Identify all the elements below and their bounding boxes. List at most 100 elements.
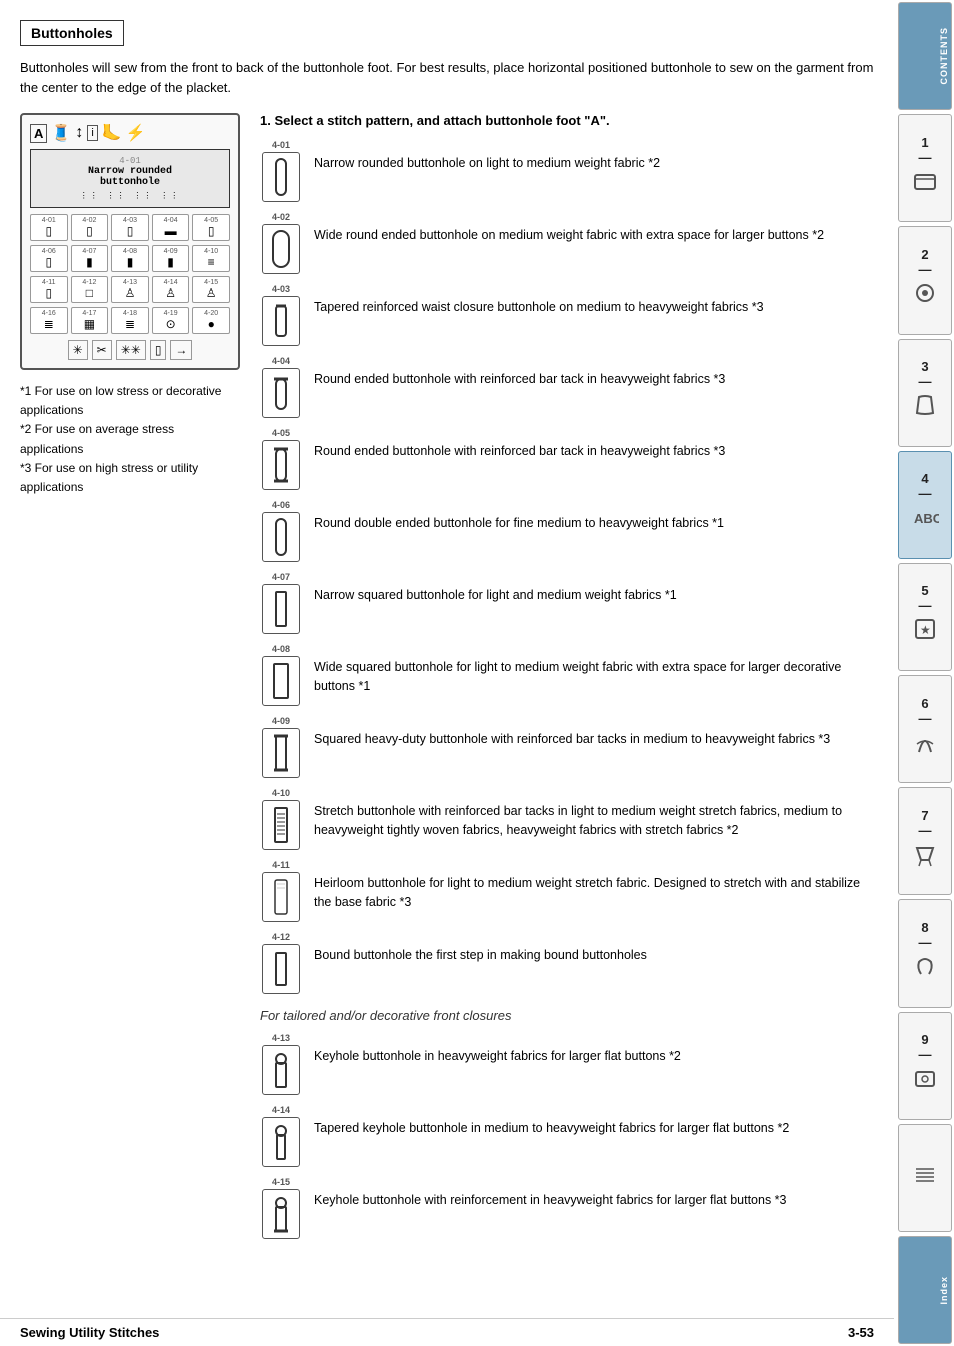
tab-5-dash: —: [919, 598, 932, 613]
stitch-4-13[interactable]: 4-13♙: [111, 276, 149, 303]
stitch-4-19[interactable]: 4-19⊙: [152, 307, 190, 334]
stitch-4-18[interactable]: 4-18≣: [111, 307, 149, 334]
stitch-grid-2: 4-06▯ 4-07▮ 4-08▮ 4-09▮ 4-10≡: [30, 245, 230, 272]
stitch-desc-408: Wide squared buttonhole for light to med…: [314, 644, 874, 696]
tab-1-dash: —: [919, 150, 932, 165]
nav-icon-2[interactable]: ✂: [92, 340, 112, 360]
stitch-dots: ⋮⋮ ⋮⋮ ⋮⋮ ⋮⋮: [37, 191, 223, 201]
stitch-badge-411: 4-11: [260, 860, 302, 922]
stitch-4-07[interactable]: 4-07▮: [71, 245, 109, 272]
stitch-entry-406: 4-06 Round double ended buttonhole for f…: [260, 500, 874, 562]
tab-3-icon: [911, 391, 939, 424]
machine-screen: 4-01 Narrow rounded buttonhole ⋮⋮ ⋮⋮ ⋮⋮ …: [30, 149, 230, 208]
left-panel: A 🧵 ↕ i 🦶 ⚡ 4-01 Narrow rounded buttonho…: [20, 113, 240, 1249]
stitch-4-06[interactable]: 4-06▯: [30, 245, 68, 272]
tab-7-dash: —: [919, 823, 932, 838]
stitch-4-12[interactable]: 4-12□: [71, 276, 109, 303]
stitch-desc-405: Round ended buttonhole with reinforced b…: [314, 428, 874, 461]
stitch-4-05[interactable]: 4-05▯: [192, 214, 230, 241]
machine-top-icons: A 🧵 ↕ i 🦶 ⚡: [30, 123, 230, 143]
footnote-1: *1 For use on low stress or decorative a…: [20, 382, 240, 420]
stitch-4-16[interactable]: 4-16≣: [30, 307, 68, 334]
icon-arrow: ↕: [75, 124, 83, 142]
stitch-icon-403: [262, 296, 300, 346]
icon-foot: 🦶: [102, 123, 122, 143]
stitch-icon-412: [262, 944, 300, 994]
tab-7-icon: [911, 840, 939, 873]
screen-line1: Narrow rounded: [37, 166, 223, 177]
stitch-icon-410: [262, 800, 300, 850]
stitch-entry-415: 4-15 Keyhole buttonhole with reinforceme…: [260, 1177, 874, 1239]
stitch-4-15[interactable]: 4-15♙: [192, 276, 230, 303]
stitch-entry-412: 4-12 Bound buttonhole the first step in …: [260, 932, 874, 994]
tab-2-icon: [911, 279, 939, 312]
tab-8-num: 8: [921, 920, 928, 935]
bottom-nav: ✳ ✂ ✳✳ ▯ →: [30, 340, 230, 360]
nav-icon-1[interactable]: ✳: [68, 340, 88, 360]
stitch-entry-408: 4-08 Wide squared buttonhole for light t…: [260, 644, 874, 706]
sidebar-tab-9[interactable]: 9 —: [898, 1012, 952, 1120]
sidebar-tab-7[interactable]: 7 —: [898, 787, 952, 895]
stitch-4-01[interactable]: 4-01▯: [30, 214, 68, 241]
stitch-badge-409: 4-09: [260, 716, 302, 778]
stitch-badge-402: 4-02: [260, 212, 302, 274]
tab-6-icon: [911, 728, 939, 761]
stitch-desc-409: Squared heavy-duty buttonhole with reinf…: [314, 716, 874, 749]
stitch-badge-410: 4-10: [260, 788, 302, 850]
stitch-desc-414: Tapered keyhole buttonhole in medium to …: [314, 1105, 874, 1138]
tab-3-dash: —: [919, 374, 932, 389]
stitch-icon-408: [262, 656, 300, 706]
sidebar-tab-8[interactable]: 8 —: [898, 899, 952, 1007]
stitch-badge-406: 4-06: [260, 500, 302, 562]
stitch-badge-415: 4-15: [260, 1177, 302, 1239]
tab-1-icon: [911, 167, 939, 200]
stitch-icon-407: [262, 584, 300, 634]
screen-line2: buttonhole: [37, 177, 223, 188]
stitch-4-03[interactable]: 4-03▯: [111, 214, 149, 241]
stitch-desc-407: Narrow squared buttonhole for light and …: [314, 572, 874, 605]
footnotes: *1 For use on low stress or decorative a…: [20, 382, 240, 497]
nav-icon-5[interactable]: →: [170, 340, 192, 360]
sidebar-tab-5[interactable]: 5 — ★: [898, 563, 952, 671]
svg-text:★: ★: [920, 623, 931, 637]
stitch-4-11[interactable]: 4-11▯: [30, 276, 68, 303]
nav-icon-4[interactable]: ▯: [150, 340, 167, 360]
tab-7-num: 7: [921, 808, 928, 823]
stitch-icon-411: [262, 872, 300, 922]
stitch-entry-407: 4-07 Narrow squared buttonhole for light…: [260, 572, 874, 634]
stitch-4-14[interactable]: 4-14♙: [152, 276, 190, 303]
sidebar-tab-6[interactable]: 6 —: [898, 675, 952, 783]
stitch-entry-403: 4-03 Tapered reinforced waist closure bu…: [260, 284, 874, 346]
stitch-4-08[interactable]: 4-08▮: [111, 245, 149, 272]
sidebar-tab-4[interactable]: 4 — ABC: [898, 451, 952, 559]
stitch-4-20[interactable]: 4-20●: [192, 307, 230, 334]
stitch-4-04[interactable]: 4-04▬: [152, 214, 190, 241]
stitch-4-10[interactable]: 4-10≡: [192, 245, 230, 272]
stitch-badge-413: 4-13: [260, 1033, 302, 1095]
sidebar-tab-index[interactable]: Index: [898, 1236, 952, 1344]
tab-4-num: 4: [921, 471, 928, 486]
stitch-icon-409: [262, 728, 300, 778]
select-instruction: 1. Select a stitch pattern, and attach b…: [260, 113, 874, 128]
sidebar-tab-3[interactable]: 3 —: [898, 339, 952, 447]
tab-9-num: 9: [921, 1032, 928, 1047]
stitch-4-02[interactable]: 4-02▯: [71, 214, 109, 241]
icon-a: A: [30, 124, 47, 143]
sidebar-tab-contents[interactable]: CONTENTS: [898, 2, 952, 110]
sidebar-tab-1[interactable]: 1 —: [898, 114, 952, 222]
nav-icon-3[interactable]: ✳✳: [116, 340, 146, 360]
stitch-4-09[interactable]: 4-09▮: [152, 245, 190, 272]
stitch-desc-403: Tapered reinforced waist closure buttonh…: [314, 284, 874, 317]
stitch-4-17[interactable]: 4-17▦: [71, 307, 109, 334]
stitch-badge-407: 4-07: [260, 572, 302, 634]
stitch-entry-404: 4-04 Round ended buttonhole with reinfor…: [260, 356, 874, 418]
index-label: Index: [899, 1272, 951, 1309]
tab-5-num: 5: [921, 583, 928, 598]
stitch-icon-401: [262, 152, 300, 202]
sidebar-tab-lines[interactable]: [898, 1124, 952, 1232]
bottom-bar: Sewing Utility Stitches 3-53: [0, 1318, 894, 1346]
contents-label: CONTENTS: [899, 23, 951, 89]
stitch-icon-406: [262, 512, 300, 562]
footer-left: Sewing Utility Stitches: [20, 1325, 159, 1340]
sidebar-tab-2[interactable]: 2 —: [898, 226, 952, 334]
